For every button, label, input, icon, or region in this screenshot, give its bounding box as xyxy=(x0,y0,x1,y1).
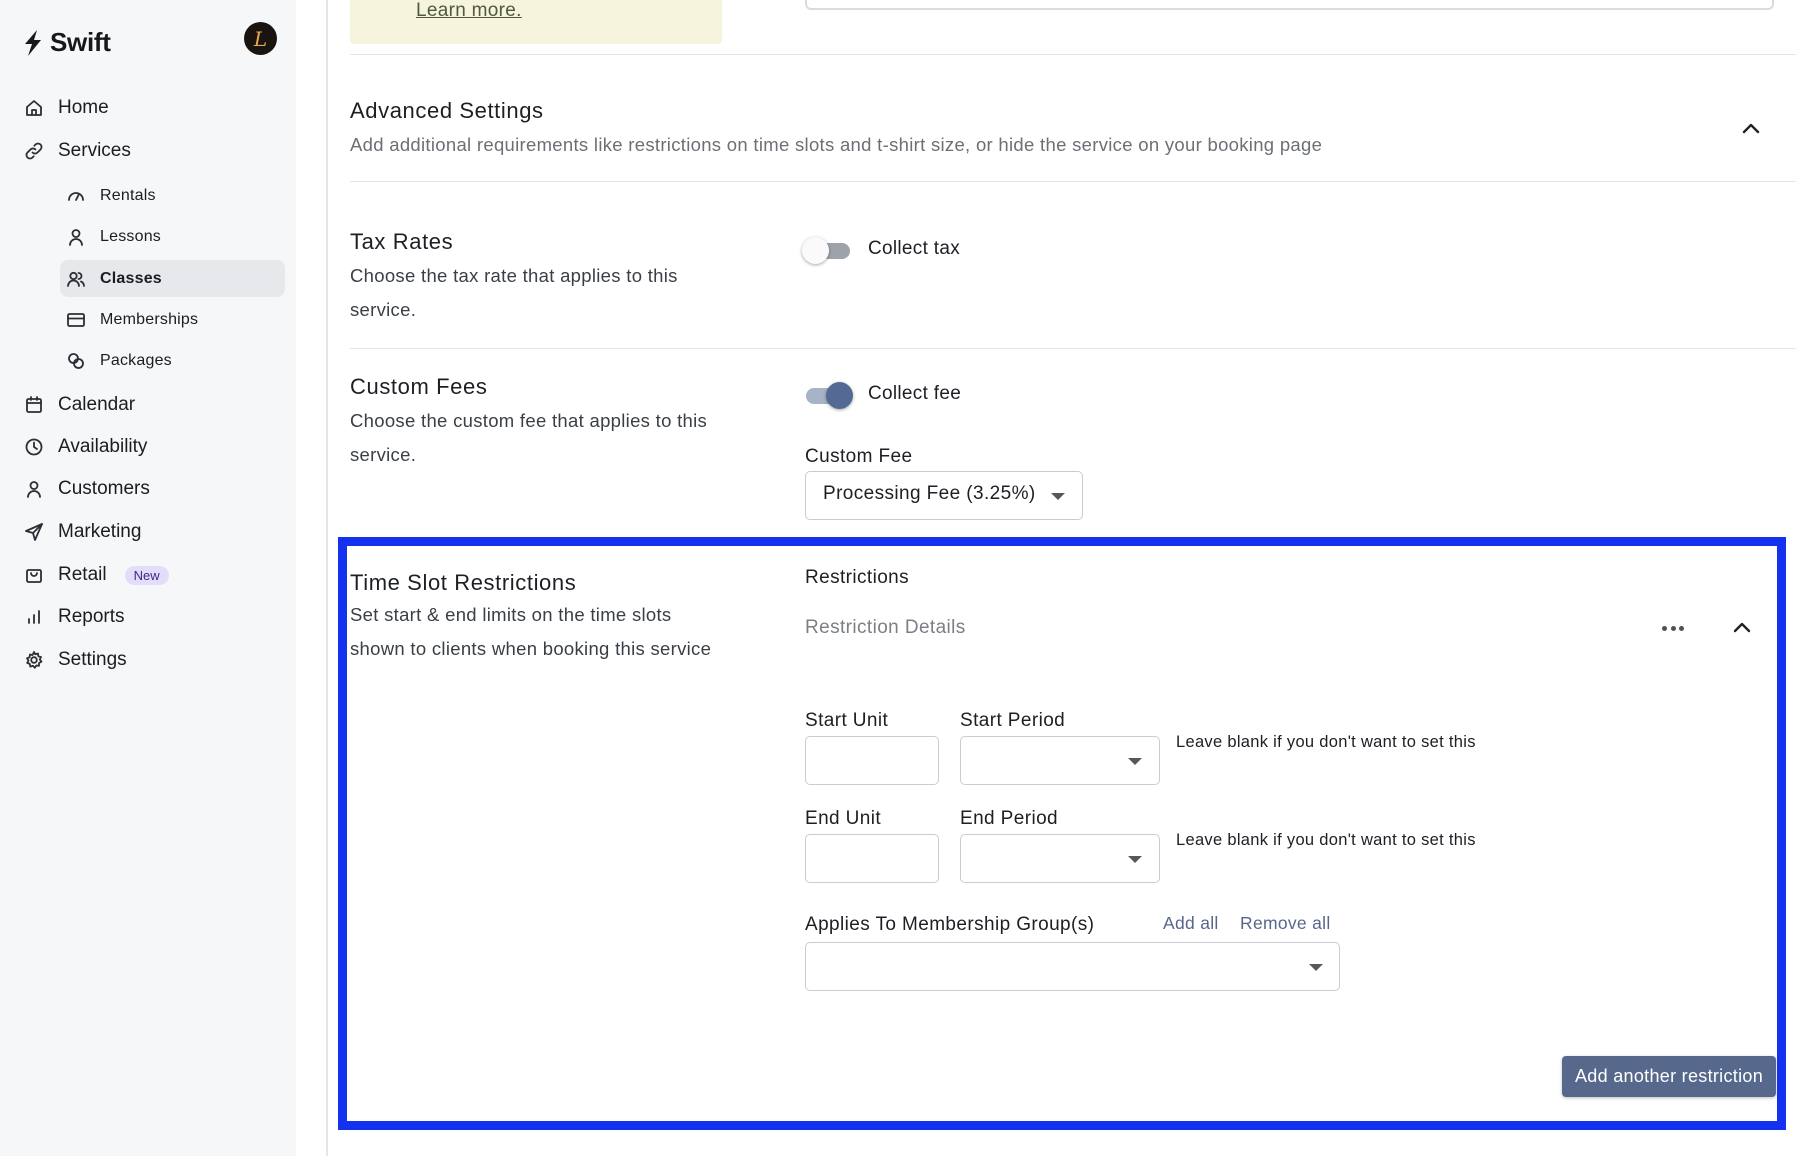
bar-chart-icon xyxy=(28,610,40,624)
sidebar-item-label: Home xyxy=(58,97,109,118)
divider xyxy=(350,348,1796,349)
sidebar-subitem-rentals[interactable]: Rentals xyxy=(60,177,285,214)
advanced-settings-description: Add additional requirements like restric… xyxy=(350,134,1323,155)
tax-rates-description: Choose the tax rate that applies to this… xyxy=(350,259,678,327)
coins-icon xyxy=(68,352,84,369)
learn-more-link[interactable]: Learn more. xyxy=(416,0,522,22)
sidebar-item-label: Packages xyxy=(100,351,172,369)
sidebar-subitem-lessons[interactable]: Lessons xyxy=(60,218,285,255)
collect-tax-toggle[interactable] xyxy=(802,236,852,264)
description-line: Choose the custom fee that applies to th… xyxy=(350,410,708,431)
sidebar-item-marketing[interactable]: Marketing xyxy=(24,517,141,547)
person-icon xyxy=(69,228,83,246)
description-line: service. xyxy=(350,299,417,320)
sidebar-item-label: Services xyxy=(58,140,131,161)
sidebar-item-label: Availability xyxy=(58,436,148,457)
app-root: Swift L Home Services Rentals Lessons Cl… xyxy=(0,0,1802,1156)
link-icon xyxy=(25,142,43,160)
sidebar-item-label: Retail xyxy=(58,564,107,585)
sidebar-item-customers[interactable]: Customers xyxy=(24,474,150,504)
clock-icon xyxy=(25,438,43,456)
dropdown-caret-icon xyxy=(1051,493,1065,500)
card-icon xyxy=(67,312,85,327)
avatar[interactable]: L xyxy=(244,22,277,55)
previous-section-box xyxy=(805,0,1774,10)
custom-fee-label: Custom Fee xyxy=(805,446,913,467)
sidebar-item-label: Classes xyxy=(100,269,162,287)
send-icon xyxy=(25,523,43,541)
collapse-advanced-button[interactable] xyxy=(1740,117,1762,139)
sidebar-subitem-packages[interactable]: Packages xyxy=(60,342,285,379)
custom-fees-description: Choose the custom fee that applies to th… xyxy=(350,404,707,472)
sidebar-item-label: Reports xyxy=(58,606,125,627)
custom-fee-value: Processing Fee (3.25%) xyxy=(823,483,1036,504)
user-icon xyxy=(27,481,41,498)
sidebar-item-label: Calendar xyxy=(58,394,136,415)
collect-tax-label: Collect tax xyxy=(868,238,961,259)
custom-fee-select[interactable]: Processing Fee (3.25%) xyxy=(805,471,1083,520)
chevron-up-icon xyxy=(1742,123,1760,134)
new-badge: New xyxy=(124,565,169,585)
sidebar-item-label: Memberships xyxy=(100,310,199,328)
sidebar-item-label: Customers xyxy=(58,478,150,499)
sidebar-subitem-memberships[interactable]: Memberships xyxy=(60,301,285,338)
swift-bolt-icon xyxy=(25,29,41,56)
calendar-icon xyxy=(26,396,42,413)
home-icon xyxy=(26,100,42,116)
tax-rates-title: Tax Rates xyxy=(350,229,454,254)
collect-fee-toggle[interactable] xyxy=(802,381,853,409)
sidebar-item-label: Settings xyxy=(58,649,127,670)
divider xyxy=(350,54,1796,55)
sidebar-item-label: Rentals xyxy=(100,186,156,204)
people-icon xyxy=(67,271,85,287)
gauge-icon xyxy=(68,191,84,201)
collect-fee-label: Collect fee xyxy=(868,383,962,404)
sidebar-item-label: Marketing xyxy=(58,521,142,542)
bag-icon xyxy=(26,569,42,583)
sidebar: Swift L Home Services Rentals Lessons Cl… xyxy=(0,0,296,1156)
sidebar-item-settings[interactable]: Settings xyxy=(24,645,127,675)
toggle-knob xyxy=(802,237,829,264)
app-name: Swift xyxy=(50,27,111,57)
sidebar-item-services[interactable]: Services xyxy=(24,136,131,166)
sidebar-subitem-classes[interactable]: Classes xyxy=(60,260,285,297)
advanced-settings-title: Advanced Settings xyxy=(350,98,544,123)
gear-icon xyxy=(26,651,43,669)
sidebar-item-availability[interactable]: Availability xyxy=(24,432,147,462)
sidebar-item-reports[interactable]: Reports xyxy=(24,602,125,632)
divider xyxy=(350,181,1796,182)
custom-fees-title: Custom Fees xyxy=(350,374,488,399)
sidebar-item-label: Lessons xyxy=(100,227,161,245)
description-line: service. xyxy=(350,444,417,465)
focus-highlight-frame xyxy=(338,537,1786,1130)
toggle-knob xyxy=(826,382,853,409)
info-notice: Learn more. xyxy=(350,0,722,44)
description-line: Choose the tax rate that applies to this xyxy=(350,265,678,286)
sidebar-item-home[interactable]: Home xyxy=(24,93,109,123)
sidebar-item-calendar[interactable]: Calendar xyxy=(24,390,135,420)
app-logo[interactable]: Swift xyxy=(22,27,111,58)
sidebar-item-retail[interactable]: Retail New xyxy=(24,560,169,590)
